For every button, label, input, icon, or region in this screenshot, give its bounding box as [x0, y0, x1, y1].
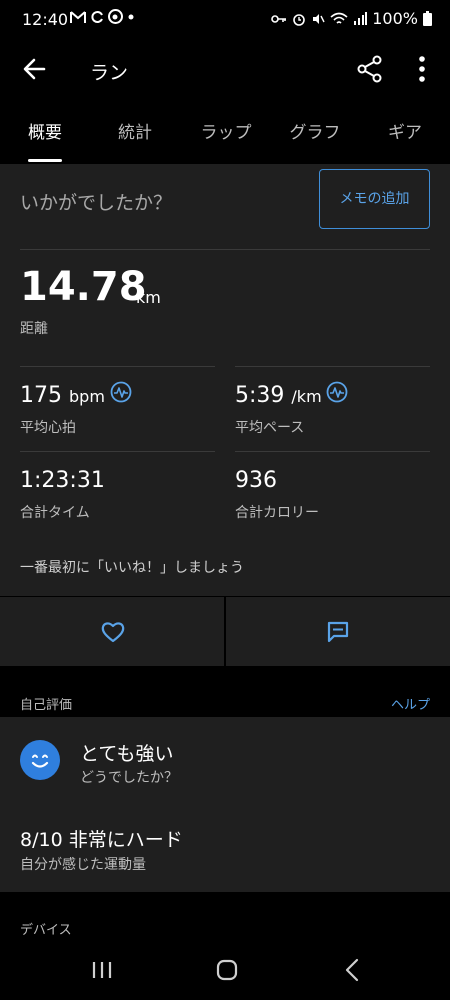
pace-zone-icon[interactable] — [326, 381, 348, 403]
perceived-effort-title[interactable]: 8/10 非常にハード — [20, 825, 183, 852]
arrow-left-icon — [23, 58, 46, 80]
pace-label: 平均ペース — [235, 420, 305, 436]
heart-rate-zone-icon[interactable] — [110, 381, 132, 403]
battery-icon — [423, 11, 432, 26]
home-icon — [216, 959, 238, 981]
feeling-row[interactable] — [20, 740, 60, 780]
activity-summary-screen: 12:40 100% ラン 概要 統計 ラップ グラフ ギア いかがでしたか？ … — [0, 0, 450, 1000]
calories-label: 合計カロリー — [235, 505, 319, 521]
chevron-left-icon — [345, 958, 359, 982]
self-eval-card: とても強い どうでしたか？ 8/10 非常にハード 自分が感じた運動量 — [0, 717, 450, 892]
distance-unit: km — [136, 288, 161, 307]
sync-icon — [91, 10, 103, 23]
like-button[interactable] — [0, 597, 224, 666]
system-navigation-bar — [0, 940, 450, 1000]
smiley-face-icon — [31, 754, 49, 768]
stat-total-calories: 936 合計カロリー — [235, 452, 430, 536]
stat-avg-heart-rate: 175 bpm 平均心拍 — [20, 367, 215, 451]
app-bar: ラン — [0, 40, 450, 100]
share-button[interactable] — [355, 54, 385, 84]
system-back-button[interactable] — [333, 954, 373, 986]
wifi-icon — [330, 12, 348, 24]
comment-button[interactable] — [226, 597, 450, 666]
tab-gear[interactable]: ギア — [375, 112, 435, 164]
devices-section-title: デバイス — [20, 923, 72, 938]
status-bar: 12:40 100% — [0, 0, 450, 40]
back-button[interactable] — [18, 54, 52, 84]
signal-icon — [354, 12, 368, 25]
app-d-icon — [108, 9, 123, 24]
like-icon-wrap — [100, 620, 126, 644]
comment-icon — [327, 621, 349, 643]
heart-icon — [101, 622, 125, 643]
tab-bar: 概要 統計 ラップ グラフ ギア — [0, 112, 450, 164]
tab-label: グラフ — [289, 123, 341, 143]
recent-apps-button[interactable] — [82, 954, 122, 986]
status-time: 12:40 — [22, 10, 69, 29]
more-vertical-icon — [419, 56, 425, 82]
total-time-label: 合計タイム — [20, 505, 90, 521]
alarm-icon — [293, 13, 306, 26]
self-eval-section-title: 自己評価 — [20, 698, 73, 713]
divider — [20, 249, 430, 250]
feeling-question: いかがでしたか？ — [20, 192, 173, 214]
status-left-icons — [70, 9, 135, 24]
summary-card: いかがでしたか？ メモの追加 14.78 km 距離 175 bpm 平均心拍 … — [0, 164, 450, 596]
tab-laps[interactable]: ラップ — [186, 112, 266, 164]
stat-avg-pace: 5:39 /km 平均ペース — [235, 367, 430, 451]
distance-label: 距離 — [20, 321, 48, 337]
dot-icon — [128, 14, 134, 19]
tab-stats[interactable]: 統計 — [100, 112, 170, 164]
feeling-title[interactable]: とても強い — [80, 739, 173, 766]
mute-icon — [313, 13, 325, 24]
pace-unit: /km — [291, 387, 322, 406]
stat-value-wrapper: 175 bpm — [20, 383, 105, 408]
tab-label: ギア — [388, 123, 422, 143]
heart-rate-unit: bpm — [69, 387, 105, 406]
stat-total-time: 1:23:31 合計タイム — [20, 452, 215, 536]
add-memo-button[interactable]: メモの追加 — [319, 169, 430, 229]
tab-overview[interactable]: 概要 — [10, 112, 80, 164]
comment-icon-wrap — [326, 620, 352, 644]
pace-value: 5:39 — [235, 383, 285, 408]
tab-graph[interactable]: グラフ — [275, 112, 355, 164]
feeling-subtitle: どうでしたか？ — [80, 770, 178, 786]
tab-label: ラップ — [200, 123, 252, 143]
distance-value: 14.78 — [20, 264, 147, 310]
battery-percent: 100% — [372, 9, 418, 28]
like-prompt: 一番最初に「いいね！」しましょう — [20, 560, 244, 576]
gmail-icon — [70, 10, 86, 23]
calories-value: 936 — [235, 468, 277, 493]
heart-rate-value: 175 — [20, 383, 62, 408]
perceived-effort-subtitle: 自分が感じた運動量 — [20, 857, 146, 873]
help-link[interactable]: ヘルプ — [391, 694, 430, 713]
page-title: ラン — [90, 62, 129, 84]
key-icon — [271, 14, 287, 23]
heart-rate-label: 平均心拍 — [20, 420, 76, 436]
status-right-icons: 100% — [271, 9, 432, 28]
stat-value-wrapper: 5:39 /km — [235, 383, 322, 408]
more-options-button[interactable] — [412, 54, 432, 84]
tab-active-indicator — [28, 159, 62, 162]
home-button[interactable] — [207, 954, 247, 986]
share-icon — [357, 55, 382, 83]
total-time-value: 1:23:31 — [20, 468, 105, 493]
tab-label: 概要 — [28, 123, 62, 143]
social-action-row — [0, 597, 450, 666]
recent-apps-icon — [92, 962, 112, 978]
tab-label: 統計 — [118, 123, 152, 143]
